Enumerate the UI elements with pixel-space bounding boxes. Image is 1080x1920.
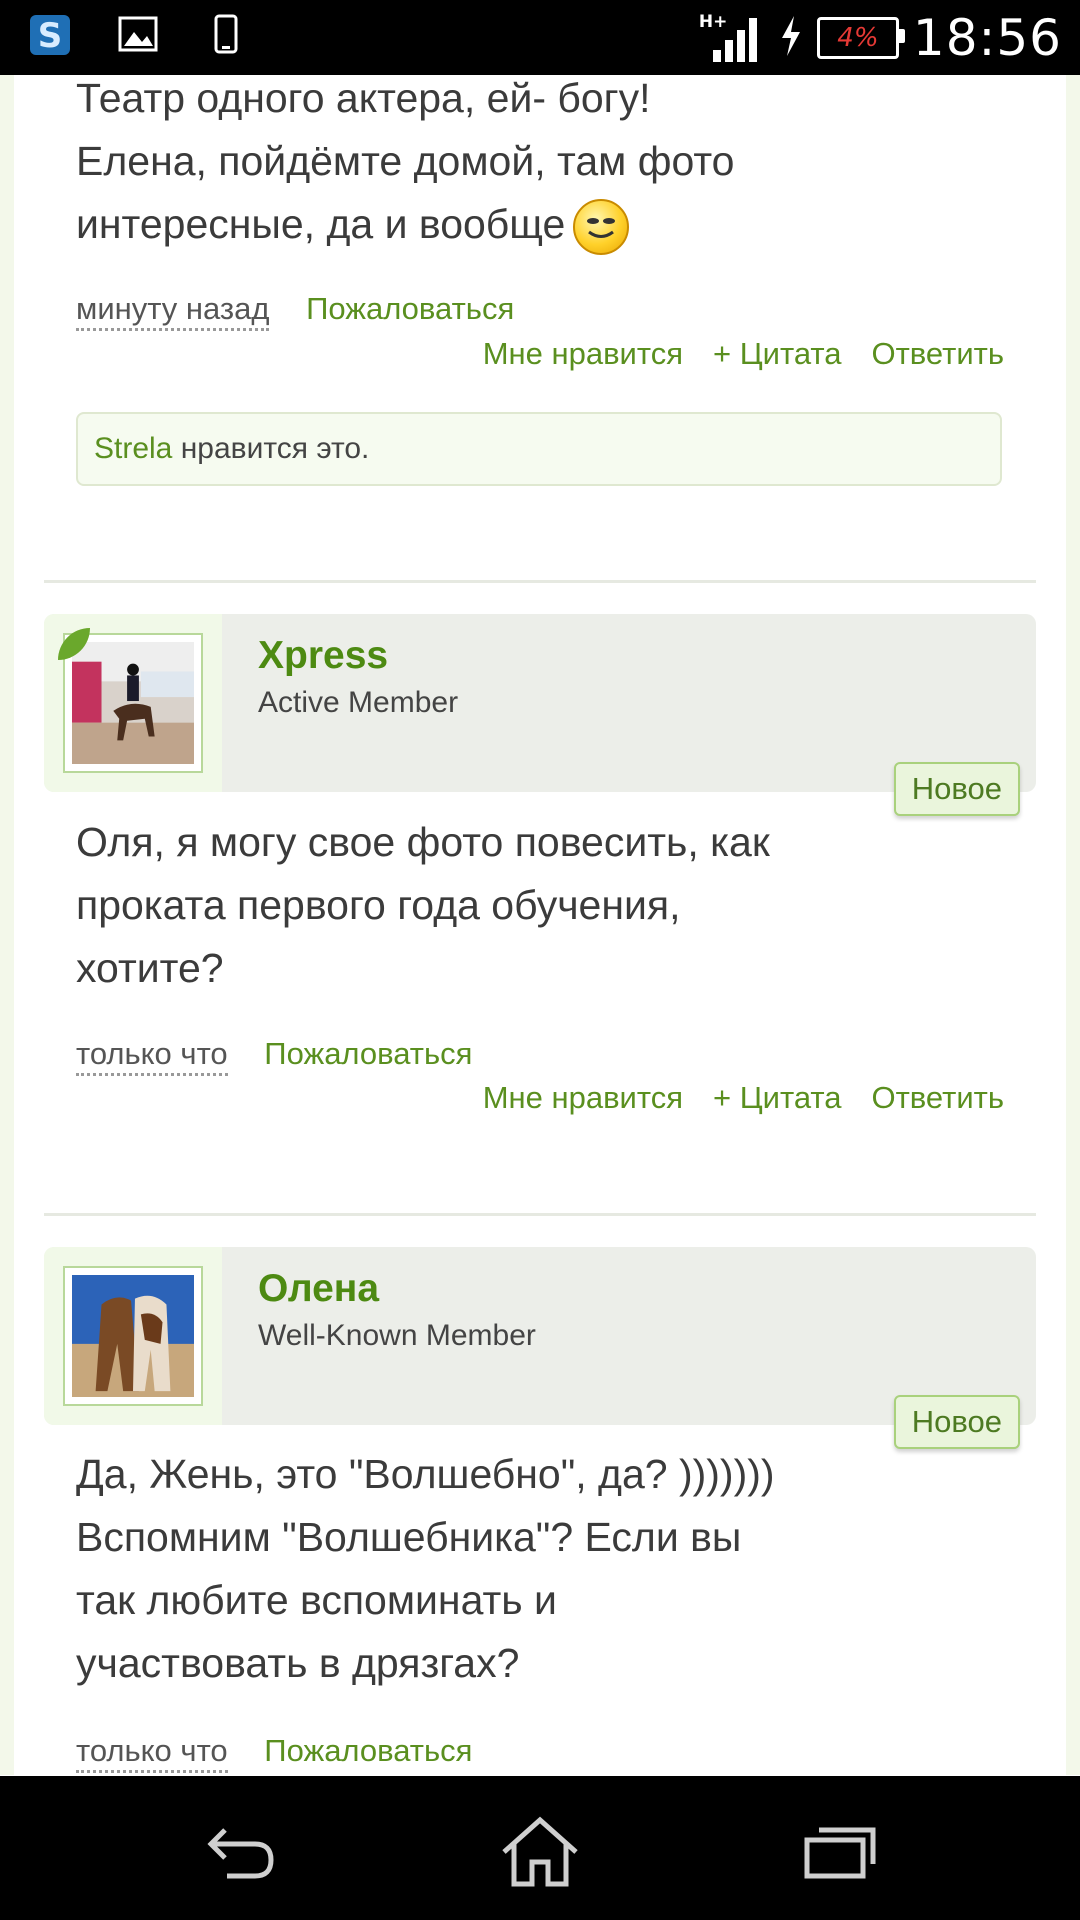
report-link[interactable]: Пожаловаться (264, 1036, 472, 1071)
thread-page[interactable]: Театр одного актера, ей- богу! Елена, по… (0, 75, 1080, 1775)
back-button[interactable] (196, 1812, 286, 1892)
battery-indicator: 4% (816, 17, 905, 59)
user-info-card: Xpress Active Member Новое (44, 614, 1036, 816)
page-border-left (0, 75, 14, 1775)
quote-link[interactable]: + Цитата (713, 1080, 841, 1116)
post-time[interactable]: только что (76, 1733, 228, 1773)
charging-icon (779, 14, 803, 62)
phone-icon (202, 10, 250, 58)
recent-apps-icon (804, 1827, 876, 1879)
post-line: так любите вспоминать и (76, 1577, 557, 1623)
reply-link[interactable]: Ответить (871, 1080, 1004, 1116)
like-link[interactable]: Мне нравится (483, 1080, 683, 1116)
user-info-card: Олена Well-Known Member Новое (44, 1247, 1036, 1449)
post-meta: только что Пожаловаться (76, 1733, 472, 1773)
home-button[interactable] (495, 1812, 585, 1892)
post-line: Театр одного актера, ей- богу! (76, 75, 651, 121)
new-post-badge: Новое (893, 1395, 1020, 1449)
svg-text:S: S (38, 16, 63, 56)
avatar[interactable] (63, 633, 203, 773)
username-link[interactable]: Олена (258, 1267, 379, 1311)
home-icon (502, 1816, 578, 1887)
likes-text: нравится это. (172, 432, 370, 465)
post-line: Оля, я могу свое фото повесить, как (76, 819, 770, 865)
post-line: Елена, пойдёмте домой, там фото (76, 138, 735, 184)
post-time[interactable]: минуту назад (76, 291, 270, 331)
post-line: участвовать в дрязгах? (76, 1640, 520, 1686)
post-time[interactable]: только что (76, 1036, 228, 1076)
avatar-container (44, 614, 222, 792)
report-link[interactable]: Пожаловаться (264, 1733, 472, 1768)
post-line: Да, Жень, это "Волшебно", да? ))))))) (76, 1451, 775, 1497)
clock: 18:56 (912, 9, 1062, 67)
post-message: Да, Жень, это "Волшебно", да? ))))))) Вс… (76, 1443, 876, 1695)
navigation-bar (0, 1776, 1080, 1920)
battery-level: 4% (837, 23, 879, 53)
new-post-badge: Новое (893, 762, 1020, 816)
recent-apps-button[interactable] (794, 1812, 884, 1892)
post-message: Оля, я могу свое фото повесить, как прок… (76, 811, 876, 1000)
post-meta: минуту назад Пожаловаться (76, 291, 514, 331)
post-actions: Мне нравится + Цитата Ответить (483, 336, 1004, 372)
signal-icon: H+ (699, 12, 765, 64)
quote-link[interactable]: + Цитата (713, 336, 841, 372)
post-line-with-smiley: интересные, да и вообще (76, 193, 876, 256)
like-link[interactable]: Мне нравится (483, 336, 683, 372)
username-link[interactable]: Xpress (258, 634, 388, 678)
user-title: Well-Known Member (258, 1319, 536, 1352)
reply-link[interactable]: Ответить (871, 336, 1004, 372)
likes-summary: Strela нравится это. (76, 412, 1002, 486)
avatar[interactable] (63, 1266, 203, 1406)
post-divider (44, 1213, 1036, 1216)
post-actions: Мне нравится + Цитата Ответить (483, 1080, 1004, 1116)
liker-user-link[interactable]: Strela (94, 432, 172, 465)
user-title: Active Member (258, 686, 459, 719)
gallery-icon (114, 10, 162, 58)
post-message: Театр одного актера, ей- богу! Елена, по… (76, 75, 876, 256)
horse-photo (72, 1275, 194, 1397)
post-line: хотите? (76, 945, 224, 991)
s-app-icon: S (26, 10, 74, 58)
back-icon (207, 1828, 274, 1879)
avatar-container (44, 1247, 222, 1425)
rider-photo (72, 642, 194, 764)
smiley-icon (573, 199, 630, 256)
status-bar: S H+ 4% 18:56 (0, 0, 1080, 75)
post-meta: только что Пожаловаться (76, 1036, 472, 1076)
report-link[interactable]: Пожаловаться (306, 291, 514, 326)
page-border-right (1066, 75, 1080, 1775)
post-divider (44, 580, 1036, 583)
post-line: Вспомним "Волшебника"? Если вы (76, 1514, 742, 1560)
post-line: проката первого года обучения, (76, 882, 681, 928)
